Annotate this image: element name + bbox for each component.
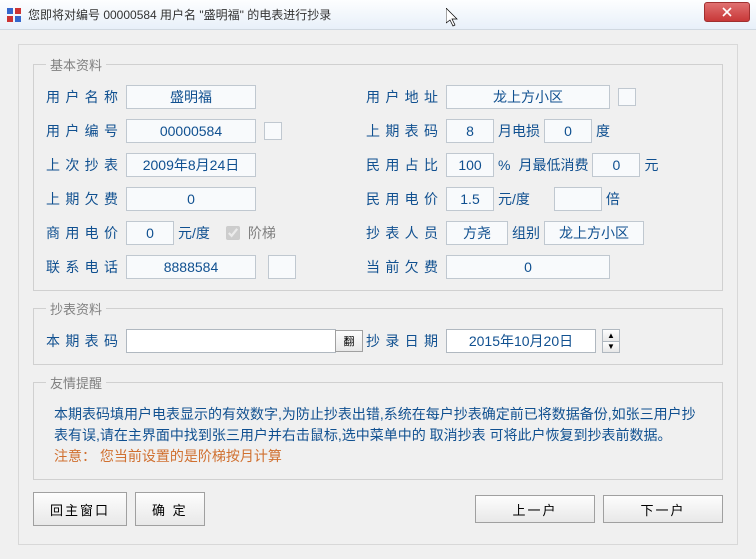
reader-label: 抄表人员: [366, 223, 438, 243]
tip-text: 本期表码填用户电表显示的有效数字,为防止抄表出错,系统在每户抄表确定前已将数据备…: [46, 402, 710, 469]
month-loss-value: 0: [544, 119, 592, 143]
tier-label: 阶梯: [248, 223, 276, 243]
window-body: 基本资料 用户名称 盛明福 用户地址 龙上方小区 用户编号 00000584 上…: [0, 30, 756, 559]
last-code-label: 上期表码: [366, 121, 438, 141]
user-no-label: 用户编号: [46, 121, 118, 141]
button-row: 回主窗口 确 定 上一户 下一户: [33, 492, 723, 526]
last-owe-label: 上期欠费: [46, 189, 118, 209]
last-read-label: 上次抄表: [46, 155, 118, 175]
close-icon: [722, 7, 732, 17]
read-date-label: 抄录日期: [366, 331, 438, 351]
meter-info-group: 抄表资料 本期表码 翻 抄录日期 ▲ ▼: [33, 299, 723, 365]
basic-info-group: 基本资料 用户名称 盛明福 用户地址 龙上方小区 用户编号 00000584 上…: [33, 55, 723, 291]
user-name-value: 盛明福: [126, 85, 256, 109]
back-main-button[interactable]: 回主窗口: [33, 492, 127, 526]
tip-note-text: 您当前设置的是阶梯按月计算: [100, 448, 282, 464]
month-loss-label: 月电损: [498, 121, 540, 141]
reader-value: 方尧: [446, 221, 508, 245]
last-code-value: 8: [446, 119, 494, 143]
tier-checkbox-wrap: 阶梯: [226, 223, 280, 243]
tier-checkbox: [226, 226, 240, 240]
user-addr-label: 用户地址: [366, 87, 438, 107]
res-price-value: 1.5: [446, 187, 494, 211]
user-addr-value: 龙上方小区: [446, 85, 610, 109]
biz-price-value: 0: [126, 221, 174, 245]
res-ratio-value: 100: [446, 153, 494, 177]
cur-owe-label: 当前欠费: [366, 257, 438, 277]
phone-extra-box: [268, 255, 296, 279]
multiply-value: [554, 187, 602, 211]
yuandu-unit1: 元/度: [498, 189, 530, 209]
cur-owe-value: 0: [446, 255, 610, 279]
app-icon: [6, 7, 22, 23]
user-name-label: 用户名称: [46, 87, 118, 107]
cursor-icon: [446, 8, 460, 28]
tip-line1: 本期表码填用户电表显示的有效数字,为防止抄表出错,系统在每户抄表确定前已将数据备…: [54, 406, 696, 443]
window-title: 您即将对编号 00000584 用户名 "盛明福" 的电表进行抄录: [28, 6, 331, 23]
basic-info-legend: 基本资料: [46, 55, 106, 74]
flip-button[interactable]: 翻: [335, 330, 363, 352]
spinner-down-icon[interactable]: ▼: [603, 342, 619, 353]
yuan-unit: 元: [644, 155, 658, 175]
tip-note-label: 注意：: [54, 448, 96, 464]
titlebar: 您即将对编号 00000584 用户名 "盛明福" 的电表进行抄录: [0, 0, 756, 30]
last-read-value: 2009年8月24日: [126, 153, 256, 177]
tip-legend: 友情提醒: [46, 373, 106, 392]
group-value: 龙上方小区: [544, 221, 644, 245]
min-consume-label: 月最低消费: [518, 155, 588, 175]
min-consume-value: 0: [592, 153, 640, 177]
yuandu-unit2: 元/度: [178, 223, 210, 243]
pct-unit: %: [498, 157, 510, 173]
main-panel: 基本资料 用户名称 盛明福 用户地址 龙上方小区 用户编号 00000584 上…: [18, 44, 738, 545]
close-button[interactable]: [704, 2, 750, 22]
phone-value: 8888584: [126, 255, 256, 279]
spinner-up-icon[interactable]: ▲: [603, 330, 619, 342]
prev-user-button[interactable]: 上一户: [475, 495, 595, 523]
date-spinner[interactable]: ▲ ▼: [602, 329, 620, 353]
biz-price-label: 商用电价: [46, 223, 118, 243]
userno-checkbox[interactable]: [264, 122, 282, 140]
last-owe-value: 0: [126, 187, 256, 211]
addr-checkbox[interactable]: [618, 88, 636, 106]
meter-info-legend: 抄表资料: [46, 299, 106, 318]
res-price-label: 民用电价: [366, 189, 438, 209]
group-label: 组别: [512, 223, 540, 243]
du-unit: 度: [596, 121, 610, 141]
tip-group: 友情提醒 本期表码填用户电表显示的有效数字,为防止抄表出错,系统在每户抄表确定前…: [33, 373, 723, 480]
phone-label: 联系电话: [46, 257, 118, 277]
ok-button[interactable]: 确 定: [135, 492, 205, 526]
user-no-value: 00000584: [126, 119, 256, 143]
res-ratio-label: 民用占比: [366, 155, 438, 175]
cur-code-label: 本期表码: [46, 331, 118, 351]
cur-code-input[interactable]: [126, 329, 336, 353]
bei-unit: 倍: [606, 189, 620, 209]
next-user-button[interactable]: 下一户: [603, 495, 723, 523]
read-date-input[interactable]: [446, 329, 596, 353]
